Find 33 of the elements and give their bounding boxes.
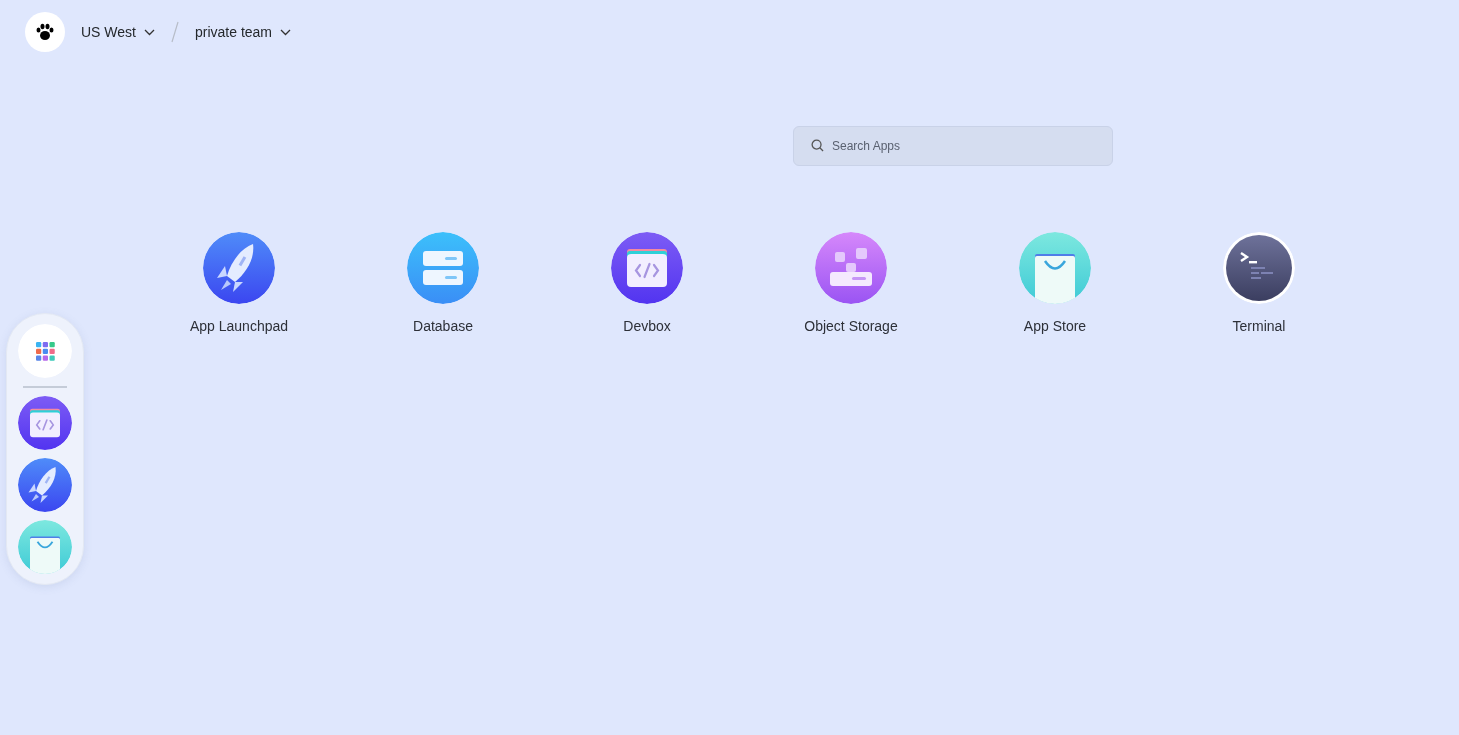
- app-tile[interactable]: Database: [341, 232, 545, 337]
- app-tile[interactable]: Devbox: [545, 232, 749, 337]
- app-tile[interactable]: Terminal: [1157, 232, 1361, 337]
- dock-item[interactable]: [18, 396, 72, 450]
- dock-item[interactable]: [18, 324, 72, 378]
- shopping-bag-icon: [18, 520, 72, 574]
- app-label: App Launchpad: [189, 317, 289, 336]
- app-label: App Store: [1023, 317, 1087, 336]
- region-dropdown[interactable]: US West: [81, 21, 155, 43]
- chevron-down-icon: [144, 28, 155, 36]
- app-tile[interactable]: App Launchpad: [137, 232, 341, 337]
- breadcrumb-separator-icon: [171, 21, 179, 43]
- shopping-bag-icon: [1019, 232, 1091, 304]
- team-dropdown[interactable]: private team: [195, 21, 292, 43]
- rocket-icon: [18, 458, 72, 512]
- paw-logo-icon[interactable]: [25, 12, 65, 52]
- code-folder-icon: [611, 232, 683, 304]
- app-label: Devbox: [623, 317, 671, 336]
- app-label: Terminal: [1232, 317, 1286, 336]
- app-tile[interactable]: Object Storage: [749, 232, 953, 337]
- app-label: Object Storage: [804, 317, 898, 336]
- app-tile[interactable]: App Store: [953, 232, 1157, 337]
- app-grid-icon: [18, 324, 72, 378]
- database-icon: [407, 232, 479, 304]
- terminal-icon: [1223, 232, 1295, 304]
- search-icon: [811, 139, 824, 152]
- search-field[interactable]: Search Apps: [793, 126, 1113, 166]
- chevron-down-icon: [280, 28, 292, 36]
- app-label: Database: [413, 317, 473, 336]
- rocket-icon: [203, 232, 275, 304]
- dock-item[interactable]: [18, 458, 72, 512]
- code-folder-icon: [18, 396, 72, 450]
- blocks-icon: [815, 232, 887, 304]
